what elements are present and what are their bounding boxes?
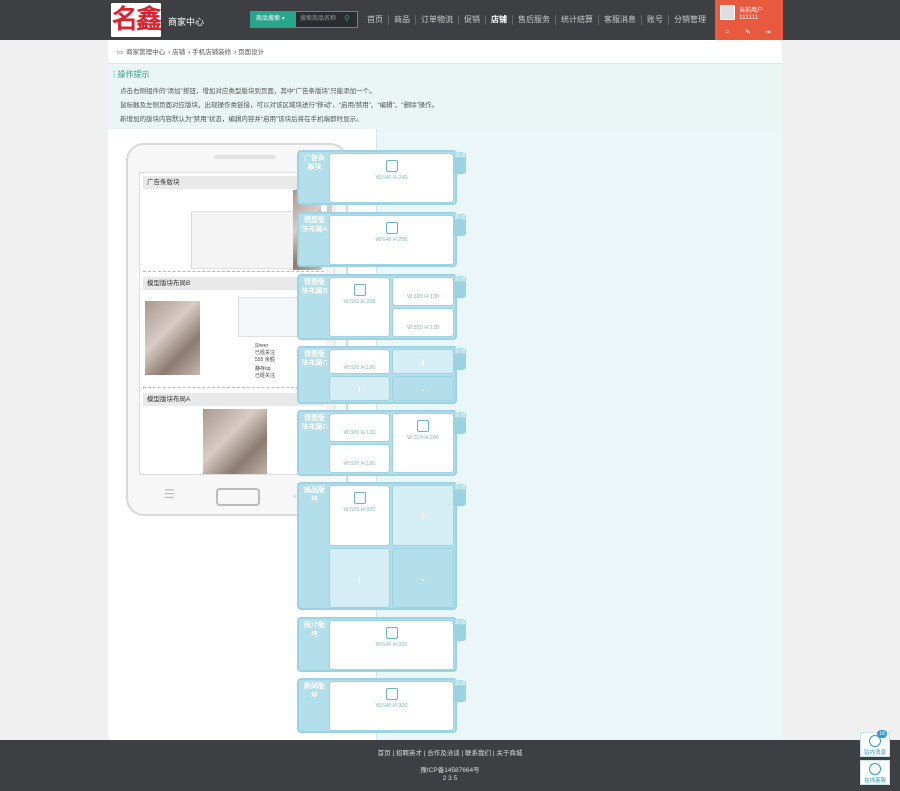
preview-photo — [203, 409, 267, 474]
search-type-select[interactable]: 商品搜索 ▾ — [251, 12, 296, 27]
plus-icon: + — [392, 349, 454, 374]
nav-item[interactable]: 账号 — [641, 15, 668, 25]
module-ad: 广告条版块 添加 W:640 H:240 — [297, 150, 466, 205]
tip-line: 点击右侧组件的“添加”按钮，增加对应类型版块到页面，其中“广告条版块”只能添加一… — [120, 88, 376, 95]
module-cell: W:640 H:300 — [329, 681, 454, 731]
footer-icp: 豫ICP备14587664号 — [420, 767, 480, 774]
wrench-icon[interactable]: ✎ — [745, 28, 751, 36]
add-button[interactable]: 添加 — [454, 152, 466, 174]
breadcrumb: ▭ 商家管理中心 › 店铺 › 手机店铺装修 › 页面设计 — [117, 49, 265, 56]
image-icon — [385, 160, 398, 172]
search-icon[interactable]: ⚲ — [344, 14, 353, 23]
image-icon — [385, 688, 398, 700]
module-layout-c: 模型版块布局C 添加 W:320 H:130 + + ··· — [297, 346, 466, 404]
top-bar: 名鑫 商家中心 商品搜索 ▾ 搜索商品名称 ⚲ 首页 商品 订单物流 促销 店铺… — [0, 0, 900, 40]
add-button[interactable]: 添加 — [454, 348, 466, 370]
nav-item[interactable]: 统计结算 — [555, 15, 598, 25]
module-cell: W:320 H:130 — [329, 413, 390, 442]
preview-photo — [145, 301, 200, 375]
nav-item[interactable]: 商品 — [388, 15, 415, 25]
footer-links[interactable]: 首页 | 招聘英才 | 合作及洽谈 | 联系我们 | 关于商城 — [0, 747, 900, 757]
search-input[interactable]: 搜索商品名称 — [300, 12, 336, 27]
main-nav: 首页 商品 订单物流 促销 店铺 售后服务 统计结算 客服消息 账号 分销管理 — [362, 15, 711, 25]
module-label: 商品版块 — [304, 487, 325, 503]
module-layout-d: 模型版块布局D 添加 W:320 H:130 W:320 H:130 W:320… — [297, 410, 466, 476]
home-icon[interactable]: ⌂ — [725, 28, 729, 35]
avatar[interactable] — [720, 5, 735, 20]
module-label: 模型版块布局D — [301, 415, 328, 431]
add-button[interactable]: 添加 — [454, 484, 466, 506]
tip-line: 新增加的版块内容默认为“禁用”状态，编辑内容并“启用”该块后将在手机端即时显示。 — [120, 116, 363, 123]
monitor-icon: ▭ — [117, 49, 124, 56]
plus-icon: + — [392, 485, 454, 546]
module-label: 简介版块 — [304, 622, 325, 638]
service-icon — [869, 763, 881, 775]
module-label: 广告条版块 — [304, 155, 325, 171]
module-label: 模型版块布局C — [301, 351, 328, 367]
online-service-button[interactable]: 在线客服 — [860, 760, 890, 785]
image-icon — [417, 420, 429, 432]
preview-shop-1: Sheer 已经关注 555 余额 — [255, 343, 276, 363]
user-panel: 当前用户 111111 ⌂ ✎ ⇥ — [715, 0, 783, 40]
logout-icon[interactable]: ⇥ — [765, 28, 771, 36]
menu-icon: ☰ — [164, 487, 175, 501]
image-icon — [385, 222, 398, 234]
add-button[interactable]: 添加 — [454, 619, 466, 641]
module-goods: 商品版块 添加 W:320 H:320 + + ··· — [297, 482, 466, 610]
nav-item[interactable]: 促销 — [458, 15, 485, 25]
message-count-badge: 18 — [877, 730, 887, 738]
plus-icon: + — [329, 376, 390, 401]
nav-item[interactable]: 订单物流 — [415, 15, 458, 25]
shirt-icon — [353, 492, 366, 504]
footer: 首页 | 招聘英才 | 合作及洽谈 | 联系我们 | 关于商城 豫ICP备145… — [0, 740, 900, 791]
phone-speaker — [214, 155, 276, 159]
image-icon — [353, 284, 366, 296]
module-news: 新闻版块 添加 W:640 H:300 — [297, 678, 466, 733]
module-label: 模型版块布局B — [301, 279, 328, 295]
module-label: 新闻版块 — [304, 683, 325, 699]
module-cell: W:320 H:130 — [392, 277, 454, 306]
add-button[interactable]: 添加 — [454, 680, 466, 702]
more-icon: ··· — [392, 548, 454, 608]
tips-title: ⁞ 操作提示 — [113, 70, 150, 79]
nav-item[interactable]: 首页 — [362, 15, 388, 25]
plus-icon: + — [329, 548, 390, 608]
module-cell: W:320 H:130 — [329, 349, 390, 374]
module-cell: W:320 H:260 — [392, 413, 454, 473]
image-icon — [385, 627, 398, 639]
breadcrumb-item[interactable]: 商家管理中心 — [126, 49, 165, 56]
module-layout-b: 模型版块布局B 添加 W:320 H:260 W:320 H:130 W:320… — [297, 274, 466, 340]
site-logo[interactable]: 名鑫 — [111, 3, 162, 37]
module-label: 模型版块布局A — [301, 217, 328, 233]
user-name: 111111 — [739, 14, 759, 21]
module-layout-a: 模型版块布局A 添加 W:640 H:200 — [297, 212, 466, 267]
nav-item[interactable]: 客服消息 — [598, 15, 641, 25]
module-cell: W:320 H:130 — [392, 308, 454, 337]
module-intro: 简介版块 添加 W:640 H:300 — [297, 617, 466, 672]
module-cell: W:640 H:300 — [329, 620, 454, 670]
tip-line: 鼠标触及左侧页面对应版块，出现操作类链接，可以对该区域块进行“移动”、“启用/禁… — [120, 102, 439, 109]
add-button[interactable]: 添加 — [454, 276, 466, 298]
breadcrumb-item[interactable]: 手机店铺装修 — [192, 49, 231, 56]
module-cell: W:320 H:260 — [329, 277, 390, 337]
nav-item-active[interactable]: 店铺 — [485, 15, 512, 25]
module-cell: W:320 H:320 — [329, 485, 390, 546]
add-button[interactable]: 添加 — [454, 214, 466, 236]
nav-item[interactable]: 售后服务 — [512, 15, 555, 25]
add-button[interactable]: 添加 — [454, 412, 466, 434]
breadcrumb-item: 页面设计 — [238, 49, 265, 56]
brand-title: 商家中心 — [168, 17, 205, 27]
more-icon: ··· — [392, 376, 454, 401]
user-label: 当前用户 — [739, 8, 764, 14]
preview-shop-2: 静存qq 已经关注 — [255, 366, 276, 379]
breadcrumb-item[interactable]: 店铺 — [172, 49, 185, 56]
module-cell: W:640 H:200 — [329, 215, 454, 265]
search-box[interactable]: 商品搜索 ▾ 搜索商品名称 ⚲ — [250, 11, 358, 28]
home-button-icon — [216, 488, 260, 506]
nav-item[interactable]: 分销管理 — [668, 15, 711, 25]
module-cell: W:640 H:240 — [329, 153, 454, 203]
footer-version: 2 3 5 — [442, 775, 458, 782]
site-message-button[interactable]: 18 站内消息 — [860, 730, 890, 757]
module-cell: W:320 H:130 — [329, 444, 390, 473]
